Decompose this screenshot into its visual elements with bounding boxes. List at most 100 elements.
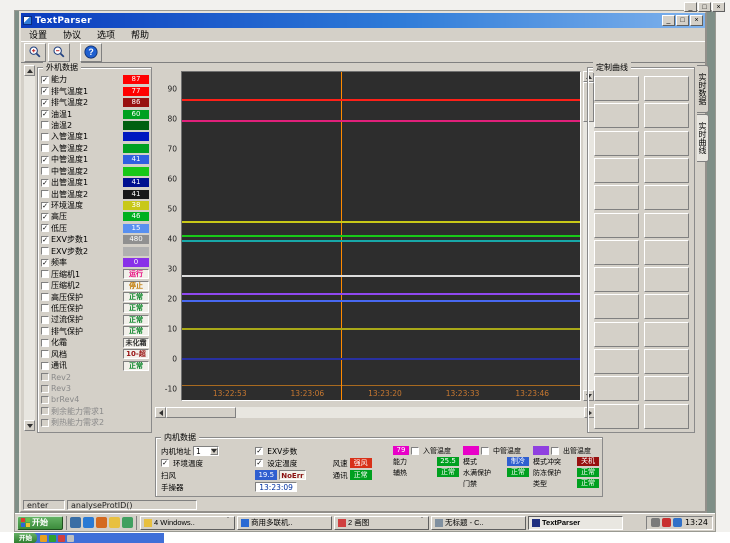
checkbox[interactable]	[41, 293, 49, 301]
custom-curve-slot[interactable]	[644, 267, 689, 292]
scroll-track[interactable]	[24, 76, 35, 420]
custom-curve-slot[interactable]	[644, 76, 689, 101]
checkbox[interactable]	[41, 350, 49, 358]
checkbox-checked[interactable]	[41, 156, 49, 164]
outer-close-button[interactable]: ×	[712, 2, 725, 12]
checkbox-checked[interactable]	[41, 110, 49, 118]
custom-curve-slot[interactable]	[594, 294, 639, 319]
outer-minimize-button[interactable]: _	[684, 2, 697, 12]
network-icon[interactable]	[673, 518, 682, 527]
folder-icon[interactable]	[109, 517, 120, 528]
custom-curve-slot[interactable]	[594, 404, 639, 429]
taskbar-clock[interactable]: 13:24	[685, 518, 708, 527]
checkbox[interactable]	[41, 316, 49, 324]
scroll-left-button[interactable]	[155, 407, 166, 418]
mail-icon[interactable]	[122, 517, 133, 528]
custom-curve-slot[interactable]	[644, 103, 689, 128]
side-tab-1[interactable]: 实时数据	[697, 65, 709, 113]
checkbox[interactable]	[41, 247, 49, 255]
show-desktop-icon[interactable]	[70, 517, 81, 528]
task-button[interactable]: 4 Windows..	[140, 516, 235, 530]
set-temp-checkbox[interactable]	[255, 459, 263, 467]
custom-curve-slot[interactable]	[594, 267, 639, 292]
custom-curve-slot[interactable]	[594, 158, 639, 183]
menu-item-帮助[interactable]: 帮助	[123, 28, 157, 41]
maximize-button[interactable]: □	[676, 15, 689, 26]
task-button[interactable]: 商用多联机..	[237, 516, 332, 530]
checkbox-checked[interactable]	[41, 236, 49, 244]
checkbox-checked[interactable]	[41, 87, 49, 95]
checkbox[interactable]	[41, 167, 49, 175]
app-icon[interactable]	[58, 535, 65, 542]
custom-curve-slot[interactable]	[594, 240, 639, 265]
ie-icon[interactable]	[83, 517, 94, 528]
menu-item-选项[interactable]: 选项	[89, 28, 123, 41]
custom-curve-slot[interactable]	[644, 322, 689, 347]
zoom-in-button[interactable]	[24, 43, 46, 62]
custom-curve-slot[interactable]	[644, 131, 689, 156]
app-icon[interactable]	[49, 535, 56, 542]
menu-item-协议[interactable]: 协议	[55, 28, 89, 41]
checkbox[interactable]	[41, 133, 49, 141]
zoom-out-button[interactable]	[48, 43, 70, 62]
custom-curve-slot[interactable]	[594, 376, 639, 401]
env-temp-checkbox[interactable]	[161, 459, 169, 467]
scroll-thumb[interactable]	[166, 407, 236, 418]
checkbox[interactable]	[411, 447, 419, 455]
custom-curve-slot[interactable]	[644, 376, 689, 401]
task-button[interactable]: TextParser	[528, 516, 623, 530]
checkbox[interactable]	[41, 144, 49, 152]
custom-curve-slot[interactable]	[644, 158, 689, 183]
plot-area[interactable]: 13:22:5313:23:0613:23:2013:23:3313:23:46	[181, 71, 581, 401]
help-button[interactable]: ?	[80, 43, 102, 62]
custom-curve-slot[interactable]	[594, 213, 639, 238]
checkbox-checked[interactable]	[41, 213, 49, 221]
scroll-down-button[interactable]	[24, 420, 35, 431]
custom-curve-slot[interactable]	[644, 185, 689, 210]
exv-steps-checkbox[interactable]	[255, 447, 263, 455]
outer-maximize-button[interactable]: □	[698, 2, 711, 12]
title-bar[interactable]: TextParser _ □ ×	[21, 13, 705, 28]
checkbox[interactable]	[41, 362, 49, 370]
custom-curve-slot[interactable]	[644, 294, 689, 319]
checkbox[interactable]	[41, 339, 49, 347]
custom-curve-slot[interactable]	[644, 404, 689, 429]
menu-item-设置[interactable]: 设置	[21, 28, 55, 41]
start-button[interactable]: 开始	[17, 516, 63, 530]
checkbox-checked[interactable]	[41, 202, 49, 210]
custom-curve-slot[interactable]	[644, 349, 689, 374]
media-player-icon[interactable]	[96, 517, 107, 528]
antivirus-icon[interactable]	[662, 518, 671, 527]
app-icon[interactable]	[67, 535, 74, 542]
checkbox[interactable]	[41, 270, 49, 278]
custom-curve-slot[interactable]	[594, 103, 639, 128]
custom-curve-slot[interactable]	[594, 185, 639, 210]
custom-curve-slot[interactable]	[594, 349, 639, 374]
checkbox[interactable]	[41, 282, 49, 290]
outdoor-scrollbar[interactable]	[24, 65, 35, 431]
custom-curve-slot[interactable]	[644, 213, 689, 238]
checkbox[interactable]	[41, 121, 49, 129]
app-icon[interactable]	[40, 535, 47, 542]
checkbox[interactable]	[481, 447, 489, 455]
custom-curve-slot[interactable]	[594, 76, 639, 101]
volume-icon[interactable]	[651, 518, 660, 527]
checkbox[interactable]	[41, 304, 49, 312]
checkbox-checked[interactable]	[41, 179, 49, 187]
custom-curve-slot[interactable]	[594, 131, 639, 156]
checkbox[interactable]	[551, 447, 559, 455]
checkbox[interactable]	[41, 327, 49, 335]
minimize-button[interactable]: _	[662, 15, 675, 26]
custom-curve-slot[interactable]	[644, 240, 689, 265]
checkbox[interactable]	[41, 190, 49, 198]
checkbox-checked[interactable]	[41, 259, 49, 267]
checkbox-checked[interactable]	[41, 99, 49, 107]
chevron-down-icon[interactable]	[210, 447, 218, 455]
close-button[interactable]: ×	[690, 15, 703, 26]
checkbox-checked[interactable]	[41, 224, 49, 232]
scroll-up-button[interactable]	[24, 65, 35, 76]
side-tab-2[interactable]: 实时曲线	[697, 114, 709, 162]
address-select[interactable]: 1	[193, 446, 219, 456]
chart-horizontal-scrollbar[interactable]	[155, 407, 595, 418]
custom-curve-slot[interactable]	[594, 322, 639, 347]
